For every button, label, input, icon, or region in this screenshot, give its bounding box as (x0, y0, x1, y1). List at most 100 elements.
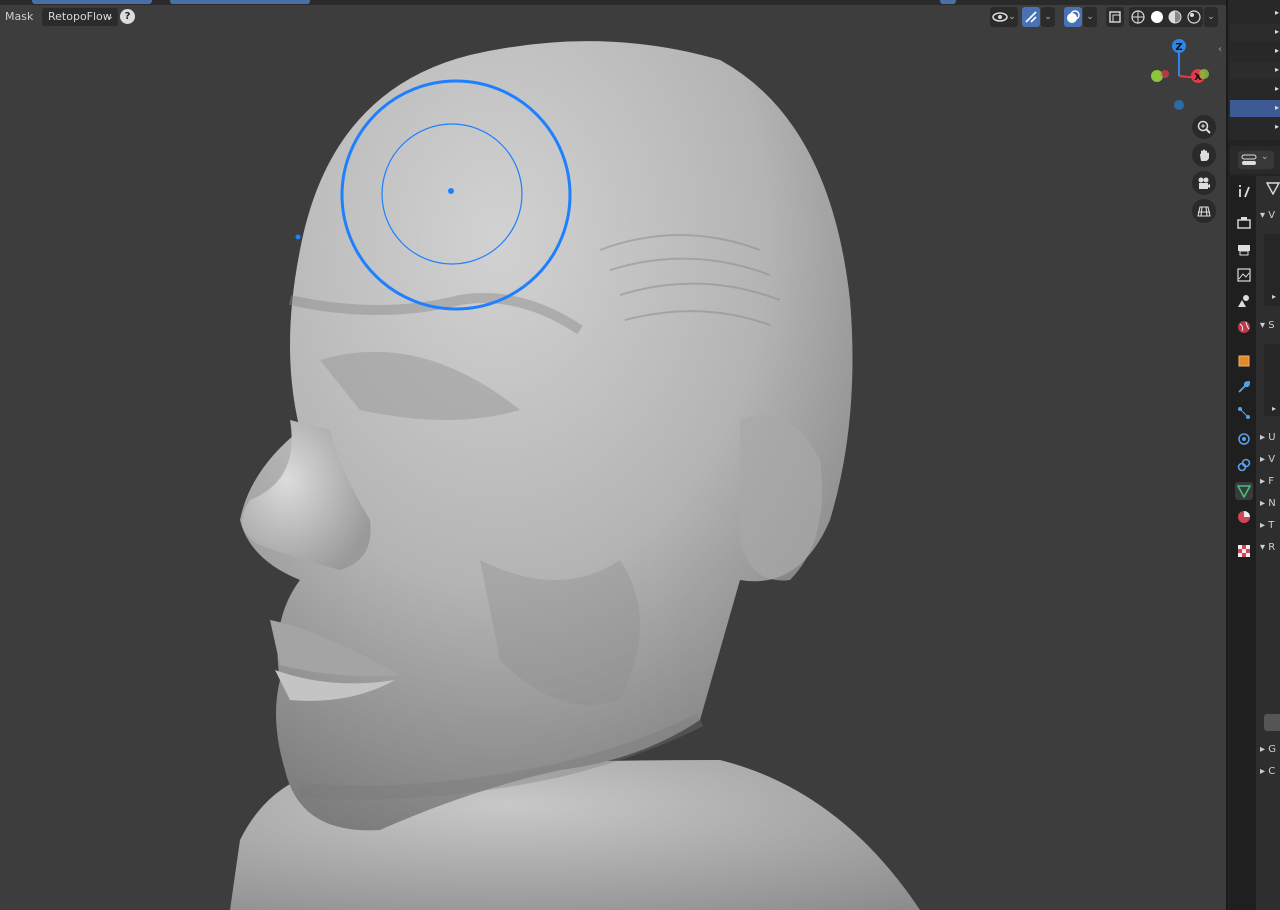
view-layer-icon (1237, 268, 1251, 282)
brush-stroke-dot (295, 234, 301, 240)
expand-arrow-icon[interactable]: ▸ (1275, 46, 1279, 55)
y-axis-handle (1151, 70, 1163, 82)
chevron-down-icon: ⌄ (106, 12, 114, 22)
expand-arrow-icon[interactable]: ▸ (1275, 103, 1279, 112)
panel-header-n[interactable]: ▸ N (1260, 498, 1276, 509)
panel-header-u[interactable]: ▸ U (1260, 432, 1276, 443)
tool-tab[interactable] (1235, 182, 1253, 200)
world-icon (1238, 321, 1250, 333)
constraints-tab[interactable] (1235, 456, 1253, 474)
x-axis-neg-handle (1161, 70, 1169, 78)
constraints-icon (1237, 458, 1251, 472)
panel-header-r[interactable]: ▾ R (1260, 542, 1275, 553)
3d-viewport[interactable]: Mask RetopoFlow ⌄ ? ⌄ ⌄ ⌄ ⌄ Z X ‹ (0, 0, 1226, 910)
panel-header-f[interactable]: ▸ F (1260, 476, 1274, 487)
overlays-dropdown[interactable]: ⌄ (1083, 7, 1097, 27)
render-icon (1237, 217, 1251, 229)
shading-dropdown[interactable]: ⌄ (1204, 7, 1218, 27)
outliner-row[interactable]: ▸ (1230, 119, 1280, 136)
addon-dropdown[interactable]: RetopoFlow ⌄ (42, 8, 118, 26)
panel-header-v2[interactable]: ▸ V (1260, 454, 1275, 465)
render-tab[interactable] (1235, 214, 1253, 232)
particles-icon (1238, 407, 1250, 419)
help-button[interactable]: ? (120, 9, 135, 24)
panel-header-v[interactable]: ▾ V (1260, 210, 1275, 221)
wireframe-shading-icon[interactable] (1131, 10, 1145, 24)
grid-ortho-icon (1197, 206, 1211, 217)
mode-label[interactable]: Mask (5, 10, 33, 23)
panel-header-t[interactable]: ▸ T (1260, 520, 1274, 531)
view-layer-tab[interactable] (1235, 266, 1253, 284)
physics-tab[interactable] (1235, 430, 1253, 448)
overlays-toggle-button[interactable] (1064, 7, 1082, 27)
properties-header: ⌄ (1230, 146, 1280, 174)
expand-arrow-icon[interactable]: ▸ (1275, 65, 1279, 74)
panel-header-s[interactable]: ▾ S (1260, 320, 1275, 331)
output-icon (1238, 245, 1250, 256)
gizmo-dropdown[interactable]: ⌄ (1041, 7, 1055, 27)
ortho-toggle-button[interactable] (1192, 199, 1216, 223)
viewport-header: Mask RetopoFlow ⌄ ? ⌄ ⌄ ⌄ ⌄ (0, 7, 1226, 27)
chevron-down-icon: ⌄ (1086, 12, 1094, 22)
camera-view-button[interactable] (1192, 171, 1216, 195)
outliner-row[interactable]: ▸ (1230, 81, 1280, 98)
chevron-down-icon: ⌄ (1044, 12, 1052, 22)
chevron-down-icon: ⌄ (1207, 12, 1215, 22)
outliner-row[interactable]: ▸ (1230, 5, 1280, 22)
solid-shading-icon[interactable] (1150, 10, 1164, 24)
editor-type-dropdown[interactable]: ⌄ (1238, 151, 1274, 169)
gizmo-icon (1025, 11, 1037, 23)
outliner-row[interactable]: ▸ (1230, 43, 1280, 60)
panel-header-g[interactable]: ▸ G (1260, 744, 1276, 755)
texture-icon (1238, 545, 1250, 557)
output-tab[interactable] (1235, 240, 1253, 258)
material-tab[interactable] (1235, 508, 1253, 526)
navigation-gizmo[interactable]: Z X (1150, 36, 1220, 116)
chevron-down-icon: ⌄ (1261, 152, 1269, 162)
pan-button[interactable] (1192, 143, 1216, 167)
material-icon (1238, 511, 1250, 523)
data-tab[interactable] (1235, 482, 1253, 500)
right-panels: ▸ ▸ ▸ ▸ ▸ ▸ ▸ ⌄ ▾ V ▸ ▾ S ▸ ▸ U ▸ V ▸ F … (1226, 0, 1280, 910)
eye-icon (992, 12, 1008, 22)
overlays-icon (1067, 10, 1080, 23)
region-toggle-icon[interactable]: ‹ (1218, 44, 1222, 55)
world-tab[interactable] (1235, 318, 1253, 336)
expand-arrow-icon[interactable]: ▸ (1272, 404, 1276, 413)
object-tab[interactable] (1235, 352, 1253, 370)
outliner-row-selected[interactable]: ▸ (1230, 100, 1280, 117)
rendered-shading-icon[interactable] (1187, 10, 1201, 24)
expand-arrow-icon[interactable]: ▸ (1275, 8, 1279, 17)
shading-mode-group (1129, 7, 1203, 27)
outliner-row[interactable]: ▸ (1230, 24, 1280, 41)
mesh-data-icon (1237, 485, 1251, 498)
expand-arrow-icon[interactable]: ▸ (1275, 122, 1279, 131)
wrench-icon (1238, 380, 1251, 393)
chevron-down-icon: ⌄ (1008, 12, 1016, 22)
particles-tab[interactable] (1235, 404, 1253, 422)
panel-header-c[interactable]: ▸ C (1260, 766, 1275, 777)
z-axis-label: Z (1175, 42, 1182, 53)
expand-arrow-icon[interactable]: ▸ (1275, 27, 1279, 36)
zoom-button[interactable] (1192, 115, 1216, 139)
properties-content: ▾ V ▸ ▾ S ▸ ▸ U ▸ V ▸ F ▸ N ▸ T ▾ R ▸ G … (1256, 176, 1280, 910)
physics-icon (1238, 433, 1250, 445)
outliner-row[interactable]: ▸ (1230, 62, 1280, 79)
scene-tab[interactable] (1235, 292, 1253, 310)
remesh-button[interactable] (1264, 714, 1280, 731)
visibility-dropdown[interactable]: ⌄ (990, 7, 1018, 27)
mesh-data-icon (1266, 182, 1280, 195)
expand-arrow-icon[interactable]: ▸ (1272, 292, 1276, 301)
scene-icon (1238, 295, 1249, 307)
texture-tab[interactable] (1235, 542, 1253, 560)
material-preview-icon[interactable] (1168, 10, 1182, 24)
addon-dropdown-label: RetopoFlow (48, 10, 112, 23)
gizmo-toggle-button[interactable] (1022, 7, 1040, 27)
tool-icon (1239, 185, 1250, 198)
xray-toggle-button[interactable] (1106, 7, 1124, 27)
object-icon (1238, 355, 1250, 367)
outliner[interactable]: ▸ ▸ ▸ ▸ ▸ ▸ ▸ (1228, 0, 1280, 140)
sculpted-head-model[interactable] (0, 0, 1226, 910)
modifiers-tab[interactable] (1235, 378, 1253, 396)
expand-arrow-icon[interactable]: ▸ (1275, 84, 1279, 93)
